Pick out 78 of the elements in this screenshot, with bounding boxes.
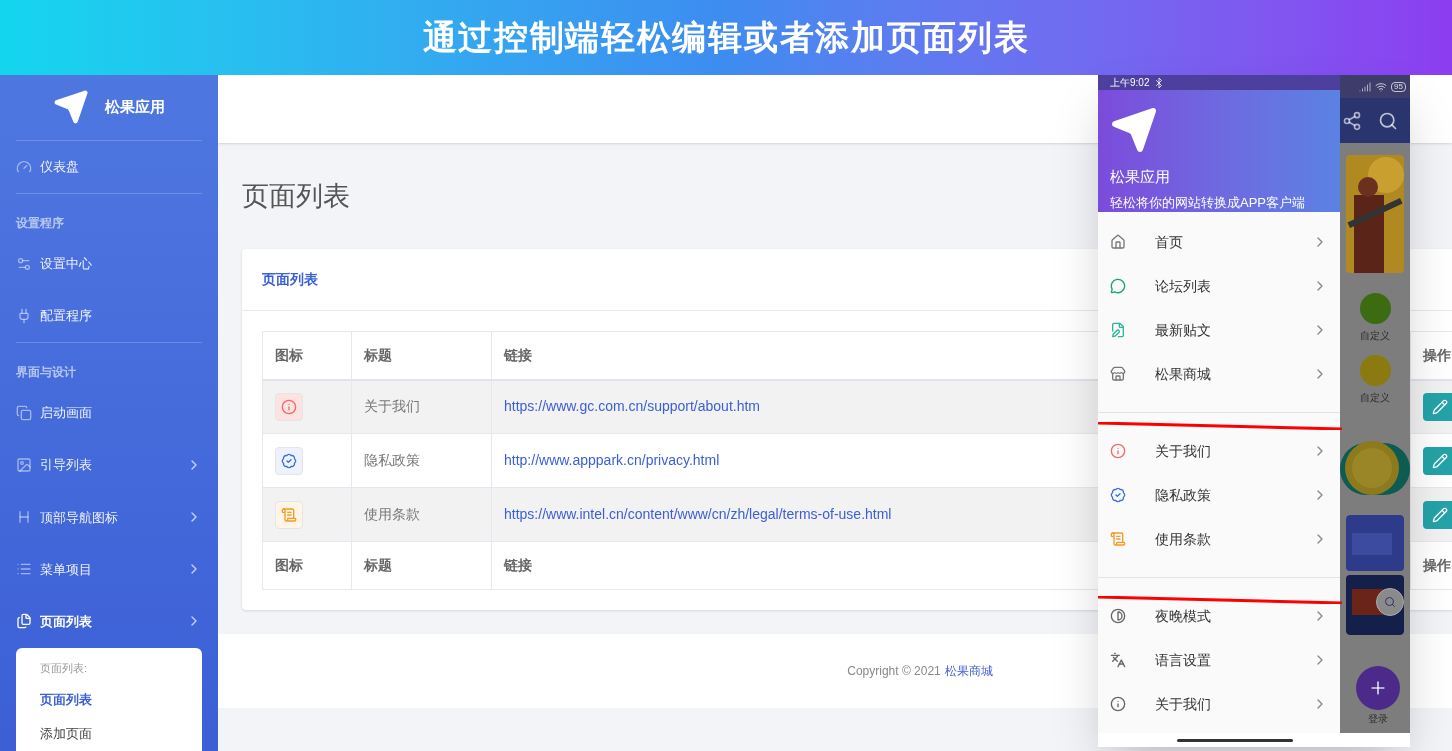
edit-button[interactable] — [1423, 446, 1452, 475]
page-link[interactable]: http://www.apppark.cn/privacy.html — [504, 452, 720, 468]
add-button[interactable] — [1356, 666, 1400, 710]
page-link[interactable]: https://www.intel.cn/content/www/cn/zh/legal/terms-of-use.html — [504, 506, 892, 522]
share-icon — [1342, 110, 1362, 131]
sidebar-item[interactable]: 配置程序 — [16, 289, 202, 342]
contrast-icon — [1110, 608, 1126, 624]
drawer-tagline: 轻松将你的网站转换成APP客户端 — [1110, 193, 1306, 212]
column-header: 标题 — [351, 331, 492, 380]
status-time: 上午9:02 — [1110, 76, 1150, 90]
submenu-item[interactable]: 页面列表 — [40, 690, 178, 710]
drawer-menu-item[interactable]: 论坛列表 — [1098, 264, 1340, 308]
signal-icon — [1359, 80, 1372, 93]
sidebar-item[interactable]: 页面列表 — [16, 595, 202, 648]
dashboard-icon — [16, 158, 32, 175]
page-link[interactable]: https://www.gc.com.cn/support/about.htm — [504, 398, 760, 415]
wifi-icon — [1375, 80, 1388, 93]
search-icon — [1378, 110, 1398, 131]
scroll-icon — [275, 500, 303, 529]
table-cell: 使用条款 — [351, 487, 492, 542]
shortcut-label: 自定义 — [1360, 329, 1390, 343]
files-icon — [16, 613, 32, 630]
paper-plane-logo-icon — [1110, 106, 1158, 154]
edit-button[interactable] — [1423, 500, 1452, 529]
page-title: 页面列表 — [242, 179, 350, 213]
image-icon — [16, 457, 32, 474]
info-icon — [1110, 696, 1126, 712]
battery-level: 95 — [1391, 81, 1406, 92]
plug-icon — [16, 307, 32, 324]
pencil-icon — [1432, 506, 1448, 523]
drawer-menu-item[interactable]: 语言设置 — [1098, 638, 1340, 682]
table-cell: 关于我们 — [351, 379, 492, 434]
home-icon — [1110, 234, 1126, 250]
heading-icon — [16, 509, 32, 526]
app-icon — [1359, 355, 1391, 386]
section-heading: 设置程序 — [16, 215, 64, 230]
card-title: 页面列表 — [262, 270, 318, 289]
edit-button[interactable] — [1423, 392, 1452, 421]
sidebar-item[interactable]: 顶部导航图标 — [16, 491, 202, 544]
column-footer: 标题 — [351, 541, 492, 590]
note-icon — [1110, 322, 1126, 338]
pencil-icon — [1432, 452, 1448, 469]
banner-title: 通过控制端轻松编辑或者添加页面列表 — [422, 17, 1030, 58]
scroll-icon — [1110, 531, 1126, 547]
shortcut-label: 自定义 — [1360, 391, 1390, 405]
search-icon — [1384, 596, 1396, 608]
drawer-menu-item[interactable]: 首页 — [1098, 220, 1340, 264]
paper-plane-logo-icon — [53, 89, 89, 126]
pencil-icon — [1432, 398, 1448, 415]
login-label: 登录 — [1368, 712, 1388, 726]
sidebar-item[interactable]: 设置中心 — [16, 237, 202, 290]
section-heading: 界面与设计 — [16, 365, 76, 379]
drawer-menu-item[interactable]: 夜晚模式 — [1098, 594, 1340, 638]
column-footer: 图标 — [262, 541, 352, 590]
sidebar-item[interactable]: 启动画面 — [16, 387, 202, 440]
language-icon — [1110, 652, 1126, 668]
drawer-menu-item[interactable]: 隐私政策 — [1098, 473, 1340, 517]
sidebar-item[interactable]: 引导列表 — [16, 439, 202, 492]
app-icon — [1359, 293, 1391, 324]
sidebar-item[interactable]: 仪表盘 — [16, 140, 202, 193]
badge-icon — [1110, 487, 1126, 503]
table-cell: 隐私政策 — [351, 433, 492, 488]
column-header: 图标 — [262, 331, 352, 380]
badge-icon — [275, 446, 303, 475]
submenu-item[interactable]: 添加页面 — [40, 723, 178, 744]
info-icon — [275, 392, 303, 421]
copy-icon — [16, 405, 32, 422]
submenu-title: 页面列表: — [40, 660, 89, 676]
info-icon — [1110, 443, 1126, 459]
store-icon — [1110, 366, 1126, 382]
copyright-link[interactable]: 松果商城 — [944, 662, 993, 680]
drawer-app-name: 松果应用 — [1110, 167, 1171, 187]
brand-name: 松果应用 — [105, 97, 165, 118]
drawer-menu-item[interactable]: 关于我们 — [1098, 682, 1340, 726]
drawer-menu-item[interactable]: 关于我们 — [1098, 429, 1340, 473]
chat-icon — [1110, 278, 1126, 294]
copyright-text: Copyright © 2021 — [847, 663, 941, 680]
sidebar-item[interactable]: 菜单项目 — [16, 543, 202, 596]
